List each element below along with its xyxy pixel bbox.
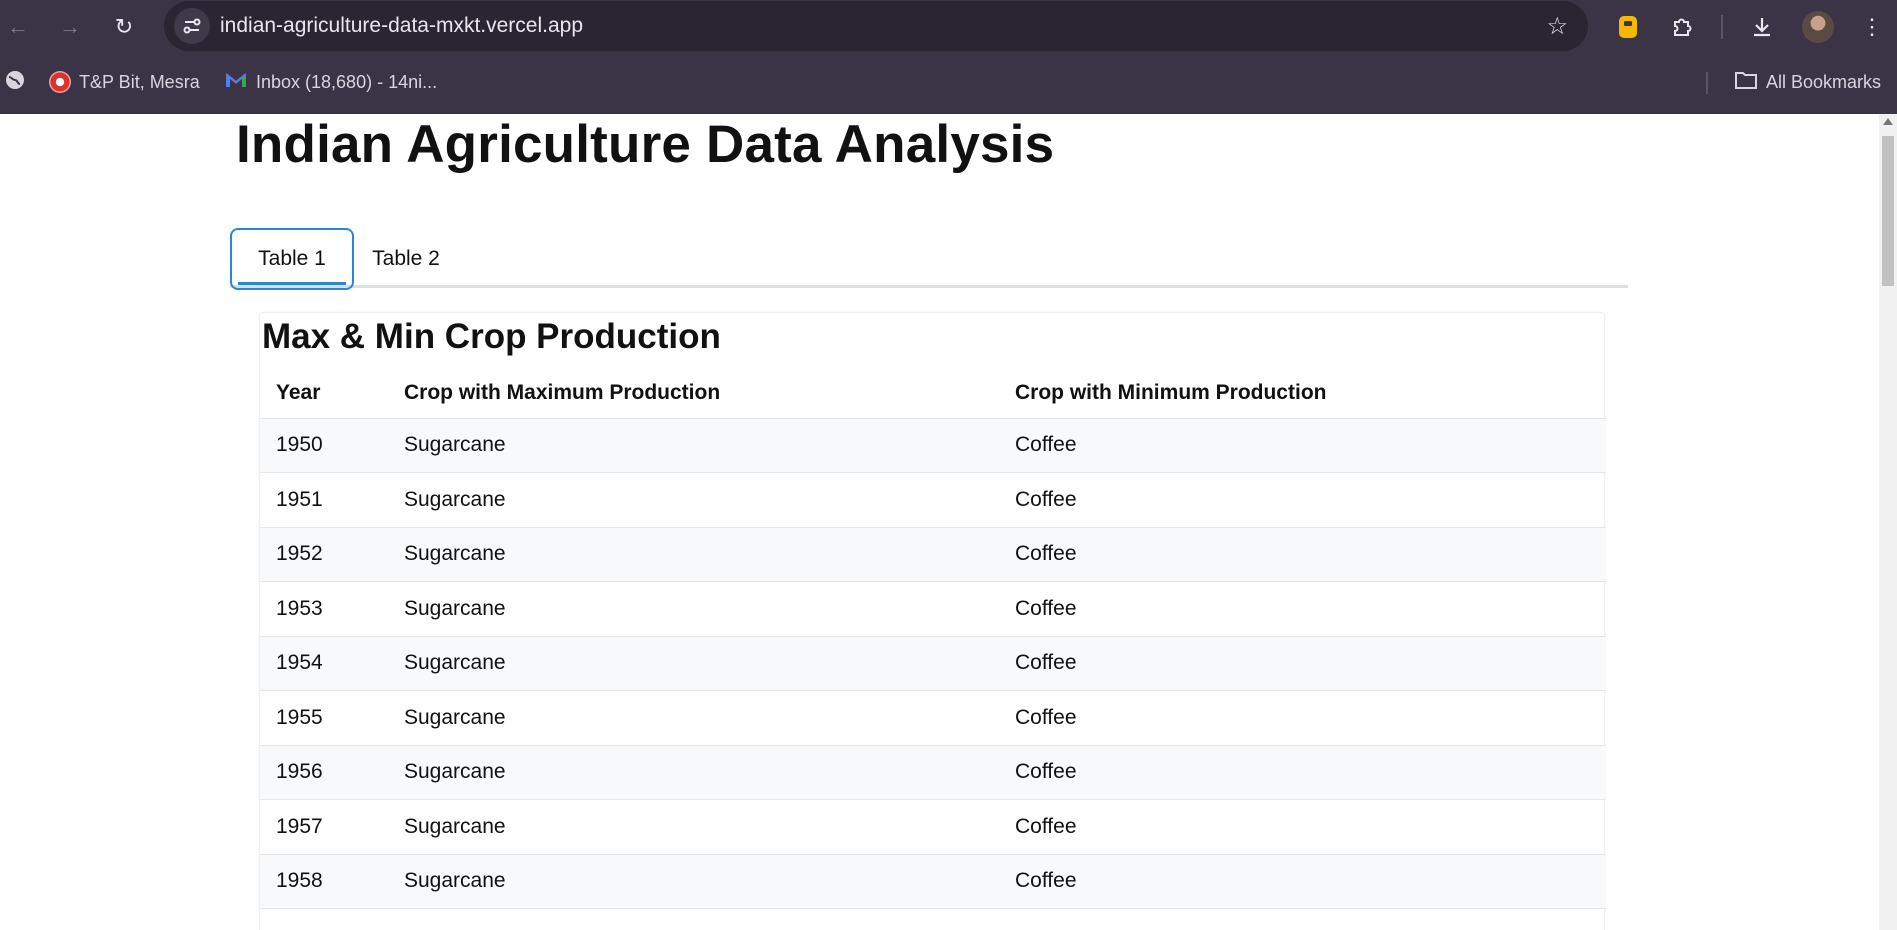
column-header-min-crop: Crop with Minimum Production <box>999 368 1606 419</box>
cell-max-crop: Sugarcane <box>388 472 999 528</box>
bookmark-label: Inbox (18,680) - 14ni... <box>256 71 438 92</box>
address-bar[interactable]: indian-agriculture-data-mxkt.vercel.app … <box>164 1 1588 51</box>
page-scrollbar[interactable] <box>1879 114 1897 930</box>
all-bookmarks-button[interactable]: All Bookmarks <box>1734 68 1881 96</box>
page-title: Indian Agriculture Data Analysis <box>236 115 1055 174</box>
table-row: 1958 Sugarcane Coffee <box>260 854 1606 909</box>
cell-max-crop: Sugarcane <box>388 581 999 637</box>
bookmark-label: T&P Bit, Mesra <box>79 71 200 92</box>
column-header-max-crop: Crop with Maximum Production <box>388 368 999 419</box>
cell-year: 1954 <box>260 636 388 691</box>
cell-max-crop: Sugarcane <box>388 745 999 800</box>
cell-min-crop: Coffee <box>999 418 1606 473</box>
tab-table-1[interactable]: Table 1 <box>230 228 354 290</box>
column-header-year: Year <box>260 368 388 419</box>
cell-min-crop: Coffee <box>999 581 1606 637</box>
browser-chrome: ← → ↻ indian-agriculture-data-mxkt.verce… <box>0 0 1897 114</box>
all-bookmarks-label: All Bookmarks <box>1766 71 1882 92</box>
forward-icon[interactable]: → <box>52 9 88 45</box>
tab-label: Table 2 <box>372 247 440 270</box>
cell-year: 1953 <box>260 581 388 637</box>
bookmark-globe[interactable] <box>4 68 26 96</box>
cell-year: 1950 <box>260 418 388 473</box>
scrollbar-thumb[interactable] <box>1882 136 1894 286</box>
profile-avatar[interactable] <box>1802 11 1834 43</box>
back-icon[interactable]: ← <box>0 9 36 45</box>
cell-min-crop: Coffee <box>999 690 1606 746</box>
tab-bar: Table 1 Table 2 <box>230 228 1628 290</box>
cell-year: 1951 <box>260 472 388 528</box>
table-row: 1953 Sugarcane Coffee <box>260 581 1606 637</box>
bookmarks-bar: T&P Bit, Mesra Inbox (18,680) - 14ni... … <box>0 62 1897 102</box>
site-info-icon[interactable] <box>174 8 210 44</box>
cell-year: 1955 <box>260 690 388 746</box>
table-row: 1951 Sugarcane Coffee <box>260 472 1606 528</box>
section-title: Max & Min Crop Production <box>262 317 721 356</box>
table-row: 1952 Sugarcane Coffee <box>260 527 1606 582</box>
scroll-up-arrow-icon[interactable] <box>1883 118 1893 125</box>
cell-year: 1958 <box>260 854 388 909</box>
cell-min-crop: Coffee <box>999 636 1606 691</box>
active-tab-indicator <box>238 282 346 285</box>
bookmark-gmail-inbox[interactable]: Inbox (18,680) - 14ni... <box>224 68 437 96</box>
table-row: 1954 Sugarcane Coffee <box>260 636 1606 691</box>
browser-toolbar: ← → ↻ indian-agriculture-data-mxkt.verce… <box>0 0 1897 54</box>
cell-max-crop: Sugarcane <box>388 799 999 855</box>
cell-min-crop: Coffee <box>999 745 1606 800</box>
cell-max-crop: Sugarcane <box>388 636 999 691</box>
cell-min-crop: Coffee <box>999 472 1606 528</box>
download-icon[interactable] <box>1746 11 1778 43</box>
extension-yellow-icon[interactable] <box>1612 11 1644 43</box>
cell-max-crop: Sugarcane <box>388 527 999 582</box>
tp-bit-logo-icon <box>49 71 71 93</box>
folder-icon <box>1734 70 1758 95</box>
reload-icon[interactable]: ↻ <box>106 9 142 45</box>
bookmark-tp-bit-mesra[interactable]: T&P Bit, Mesra <box>49 68 200 96</box>
toolbar-divider <box>1721 15 1723 39</box>
extensions-puzzle-icon[interactable] <box>1666 11 1698 43</box>
cell-min-crop: Coffee <box>999 854 1606 909</box>
crop-production-table: Year Crop with Maximum Production Crop w… <box>260 368 1606 909</box>
cell-year: 1957 <box>260 799 388 855</box>
crop-production-card: Max & Min Crop Production Year Crop with… <box>259 312 1606 930</box>
url-text[interactable]: indian-agriculture-data-mxkt.vercel.app <box>220 14 583 38</box>
bookmark-star-icon[interactable]: ☆ <box>1546 12 1568 41</box>
cell-min-crop: Coffee <box>999 799 1606 855</box>
cell-max-crop: Sugarcane <box>388 418 999 473</box>
table-row: 1956 Sugarcane Coffee <box>260 745 1606 800</box>
tab-table-2[interactable]: Table 2 <box>354 228 458 290</box>
table-row: 1950 Sugarcane Coffee <box>260 418 1606 473</box>
bookmarks-divider <box>1706 72 1708 94</box>
table-row: 1955 Sugarcane Coffee <box>260 690 1606 746</box>
page-content: Indian Agriculture Data Analysis Table 1… <box>0 114 1879 930</box>
cell-year: 1956 <box>260 745 388 800</box>
cell-min-crop: Coffee <box>999 527 1606 582</box>
table-row: 1957 Sugarcane Coffee <box>260 799 1606 855</box>
globe-icon <box>4 69 26 96</box>
tab-label: Table 1 <box>258 247 326 270</box>
cell-max-crop: Sugarcane <box>388 690 999 746</box>
menu-kebab-icon[interactable]: ⋮ <box>1856 11 1888 43</box>
cell-max-crop: Sugarcane <box>388 854 999 909</box>
table-header-row: Year Crop with Maximum Production Crop w… <box>260 368 1606 419</box>
gmail-icon <box>224 71 248 94</box>
cell-year: 1952 <box>260 527 388 582</box>
